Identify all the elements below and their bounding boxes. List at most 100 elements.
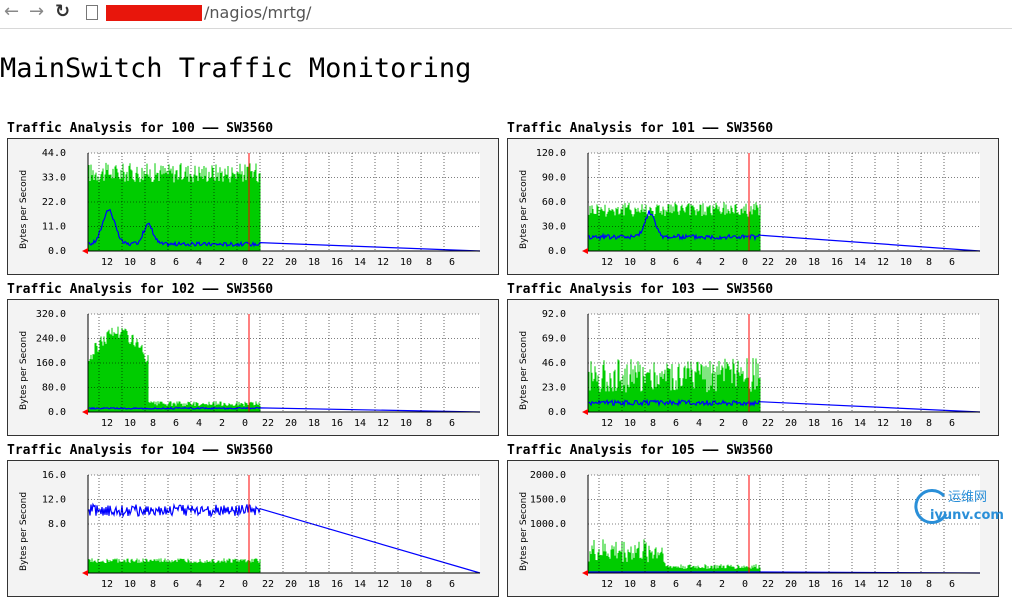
x-tick-label: 16: [831, 579, 843, 590]
traffic-chart: 92.069.046.023.00.012 10 8 6 4 2 0 22 20 18 16 14 12…: [519, 309, 981, 429]
x-tick-label: 22: [762, 418, 774, 429]
x-tick-label: 0: [742, 579, 748, 590]
page-title: MainSwitch Traffic Monitoring: [0, 53, 472, 84]
traffic-graph-2[interactable]: Traffic Analysis for 102 —— SW3560 320.0 2…: [7, 282, 499, 442]
x-tick-label: 10: [124, 579, 136, 590]
traffic-graph-1[interactable]: Traffic Analysis for 101 —— SW3560 120.0 9…: [507, 121, 999, 281]
traffic-chart: 320.0240.0160.080.00.012 10 8 6 4 2 0 22 20 18 16 1…: [19, 309, 481, 429]
x-tick-label: 6: [673, 418, 679, 429]
y-tick-label: 22.0: [42, 197, 66, 208]
y-tick-label: 0.0: [548, 246, 566, 257]
x-tick-label: 12: [377, 579, 389, 590]
x-tick-label: 6: [449, 579, 455, 590]
x-tick-label: 18: [308, 257, 320, 268]
traffic-graph-0[interactable]: Traffic Analysis for 100 —— SW3560 44.0 33…: [7, 121, 499, 281]
y-tick-label: 46.0: [542, 358, 566, 369]
x-tick-label: 8: [150, 418, 156, 429]
x-tick-label: 14: [354, 257, 366, 268]
x-tick-label: 20: [785, 579, 797, 590]
y-tick-label: 23.0: [542, 383, 566, 394]
x-tick-label: 14: [854, 257, 866, 268]
graph-frame: 120.0 90.0 60.0 30.0 0.0 12 10 8 6 4 2 0 22 20 18 16 14 1…: [507, 138, 999, 275]
y-tick-label: 1500.0: [530, 495, 566, 506]
x-tick-label: 0: [742, 257, 748, 268]
axis-arrow-icon: [82, 570, 88, 576]
y-tick-label: 12.0: [42, 495, 66, 506]
x-tick-label: 16: [831, 418, 843, 429]
y-tick-label: 60.0: [542, 197, 566, 208]
y-axis-label: Bytes per Second: [19, 492, 29, 571]
traffic-graph-4[interactable]: Traffic Analysis for 104 —— SW3560 16.0 12…: [7, 443, 499, 603]
x-tick-label: 22: [762, 579, 774, 590]
x-tick-label: 0: [242, 257, 248, 268]
x-tick-label: 6: [673, 257, 679, 268]
x-tick-label: 22: [262, 579, 274, 590]
y-axis-label: Bytes per Second: [19, 331, 29, 410]
x-tick-label: 20: [285, 257, 297, 268]
x-tick-label: 0: [742, 418, 748, 429]
axis-arrow-icon: [82, 409, 88, 415]
back-icon[interactable]: ←: [4, 2, 19, 22]
watermark-logo: 运维网 iyunv.com: [910, 484, 1010, 530]
address-bar[interactable]: /nagios/mrtg/: [82, 2, 1007, 24]
x-tick-label: 16: [331, 257, 343, 268]
x-tick-label: 4: [196, 257, 202, 268]
x-tick-label: 2: [219, 257, 225, 268]
x-tick-label: 2: [719, 579, 725, 590]
browser-toolbar: ← → ↻ /nagios/mrtg/: [0, 0, 1012, 29]
page-icon: [86, 5, 98, 20]
forward-icon[interactable]: →: [29, 2, 44, 22]
x-tick-label: 10: [624, 257, 636, 268]
axis-arrow-icon: [582, 248, 588, 254]
x-tick-label: 10: [400, 418, 412, 429]
traffic-chart: 44.033.022.011.00.012 10 8 6 4 2 0 22 20 18 16 14 12…: [19, 148, 481, 268]
y-tick-label: 0.0: [48, 246, 66, 257]
x-tick-label: 16: [331, 579, 343, 590]
x-tick-label: 8: [926, 257, 932, 268]
x-tick-label: 8: [150, 257, 156, 268]
x-tick-label: 20: [785, 257, 797, 268]
x-tick-label: 10: [400, 579, 412, 590]
x-tick-label: 16: [331, 418, 343, 429]
x-tick-label: 12: [601, 418, 613, 429]
x-tick-label: 10: [124, 418, 136, 429]
x-tick-label: 8: [926, 579, 932, 590]
x-tick-label: 16: [831, 257, 843, 268]
graph-frame: 16.0 12.0 8.0 12 10 8 6 4 2 0 22 20 18 16 14 12 10 8 6 Byte…: [7, 460, 499, 597]
x-tick-label: 12: [101, 257, 113, 268]
x-tick-label: 22: [262, 418, 274, 429]
x-tick-label: 6: [949, 418, 955, 429]
y-tick-label: 92.0: [542, 309, 566, 320]
y-tick-label: 30.0: [542, 222, 566, 233]
x-tick-label: 8: [650, 257, 656, 268]
y-tick-label: 160.0: [36, 358, 66, 369]
x-tick-label: 6: [173, 257, 179, 268]
x-tick-label: 14: [854, 579, 866, 590]
graph-title: Traffic Analysis for 102 —— SW3560: [7, 282, 274, 297]
x-tick-label: 2: [219, 579, 225, 590]
x-tick-label: 12: [877, 579, 889, 590]
y-tick-label: 120.0: [536, 148, 566, 159]
x-tick-label: 12: [377, 418, 389, 429]
y-axis-label: Bytes per Second: [519, 492, 529, 571]
x-tick-label: 10: [624, 579, 636, 590]
graph-frame: 320.0 240.0 160.0 80.0 0.0 12 10 8 6 4 2 0 22 20 18 16 1…: [7, 299, 499, 436]
x-tick-label: 12: [601, 257, 613, 268]
x-tick-label: 6: [449, 418, 455, 429]
x-tick-label: 12: [877, 418, 889, 429]
graph-title: Traffic Analysis for 101 —— SW3560: [507, 121, 774, 136]
graph-title: Traffic Analysis for 100 —— SW3560: [7, 121, 274, 136]
traffic-graph-3[interactable]: Traffic Analysis for 103 —— SW3560 92.0 69…: [507, 282, 999, 442]
x-tick-label: 6: [449, 257, 455, 268]
y-axis-label: Bytes per Second: [519, 331, 529, 410]
reload-icon[interactable]: ↻: [55, 2, 70, 22]
x-tick-label: 8: [650, 579, 656, 590]
x-tick-label: 10: [900, 418, 912, 429]
y-tick-label: 2000.0: [530, 470, 566, 481]
x-tick-label: 18: [808, 418, 820, 429]
traffic-chart: 120.090.060.030.00.012 10 8 6 4 2 0 22 20 18 16 14 1…: [519, 148, 981, 268]
x-tick-label: 6: [673, 579, 679, 590]
y-tick-label: 69.0: [542, 334, 566, 345]
x-tick-label: 20: [785, 418, 797, 429]
x-tick-label: 20: [285, 579, 297, 590]
